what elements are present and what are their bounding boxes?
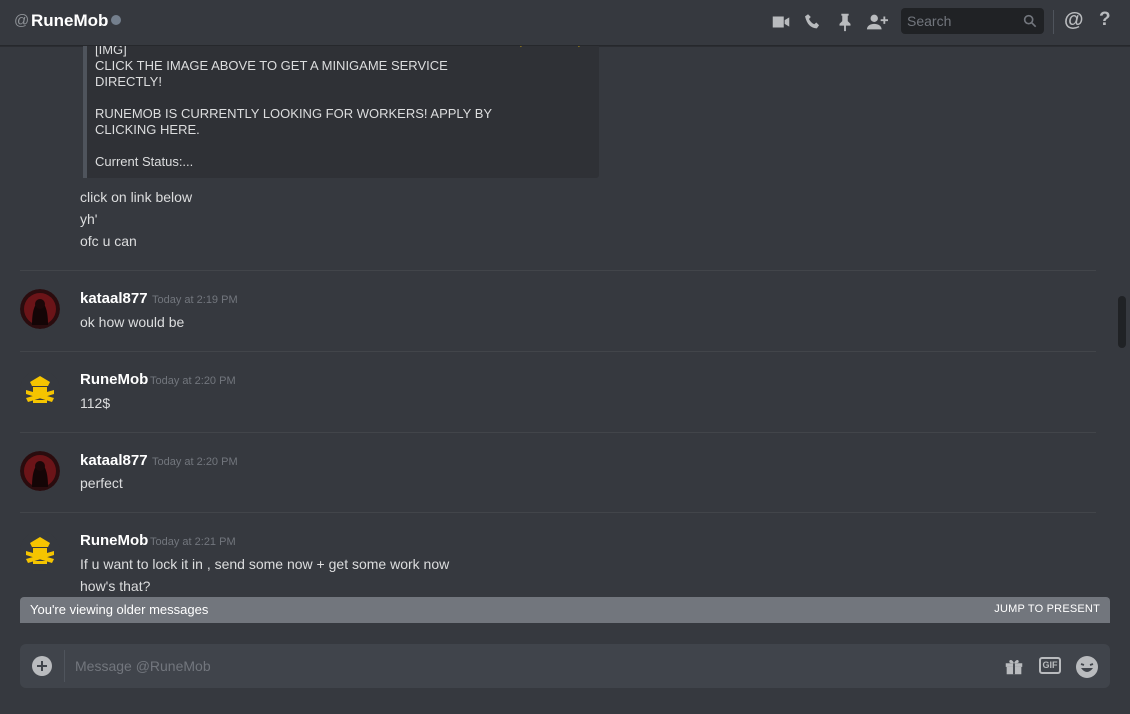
message-input[interactable]: [75, 644, 975, 688]
avatar[interactable]: [20, 531, 60, 571]
message-author[interactable]: RuneMob: [80, 532, 148, 549]
add-member-icon[interactable]: [866, 11, 888, 33]
older-messages-text: You're viewing older messages: [30, 602, 209, 617]
message-timestamp: Today at 2:21 PM: [150, 536, 236, 548]
message-text: how's that?: [80, 578, 151, 594]
gold-logo-fragment: ▼: [573, 46, 585, 50]
link-embed: ▼ ▼ [IMG] CLICK THE IMAGE ABOVE TO GET A…: [83, 46, 599, 178]
message-divider: [20, 351, 1096, 352]
search-box[interactable]: [901, 8, 1044, 34]
upload-plus-icon[interactable]: [32, 656, 52, 676]
channel-header: @ RuneMob @ ?: [0, 0, 1130, 46]
avatar[interactable]: [20, 289, 60, 329]
message-text: ofc u can: [80, 233, 137, 249]
phone-icon[interactable]: [802, 11, 824, 33]
pin-icon[interactable]: [834, 11, 856, 33]
embed-line: DIRECTLY!: [95, 74, 162, 89]
message-text: ok how would be: [80, 314, 185, 330]
message-divider: [20, 512, 1096, 513]
scrollbar-thumb[interactable]: [1118, 296, 1126, 348]
scrollbar-track[interactable]: [1118, 50, 1126, 590]
message-text: click on link below: [80, 189, 193, 205]
search-icon: [1023, 14, 1037, 28]
gold-logo-fragment: ▼: [515, 46, 527, 50]
embed-line[interactable]: CLICK THE IMAGE ABOVE TO GET A MINIGAME …: [95, 58, 495, 74]
gift-icon[interactable]: [1003, 655, 1025, 682]
embed-line[interactable]: CLICKING HERE.: [95, 122, 495, 138]
message-text: 112$: [80, 395, 111, 411]
status-indicator: [111, 15, 121, 25]
video-icon[interactable]: [770, 11, 792, 33]
message-author[interactable]: RuneMob: [80, 371, 148, 388]
message-text: yh': [80, 211, 98, 227]
mention-icon[interactable]: @: [1064, 9, 1086, 31]
composer-divider: [64, 650, 65, 682]
message-text: perfect: [80, 475, 123, 491]
embed-line: RUNEMOB IS CURRENTLY LOOKING FOR WORKERS…: [95, 106, 493, 121]
message-list: ▼ ▼ [IMG] CLICK THE IMAGE ABOVE TO GET A…: [0, 46, 1130, 597]
emoji-icon[interactable]: [1075, 655, 1099, 684]
header-divider: [1053, 10, 1054, 34]
channel-title: RuneMob: [31, 11, 109, 30]
message-timestamp: Today at 2:20 PM: [150, 375, 236, 387]
help-icon[interactable]: ?: [1099, 9, 1121, 31]
message-text: If u want to lock it in , send some now …: [80, 556, 450, 572]
jump-to-present-button[interactable]: JUMP TO PRESENT: [994, 603, 1100, 615]
avatar[interactable]: [20, 370, 60, 410]
search-input[interactable]: [901, 8, 1016, 34]
message-timestamp: Today at 2:20 PM: [152, 456, 238, 468]
message-divider: [20, 270, 1096, 271]
embed-line: Current Status:...: [95, 154, 194, 169]
message-timestamp: Today at 2:19 PM: [152, 294, 238, 306]
embed-line: [IMG]: [95, 46, 127, 57]
message-divider: [20, 432, 1096, 433]
message-author[interactable]: kataal877: [80, 290, 148, 307]
gif-button[interactable]: GIF: [1039, 657, 1061, 674]
message-composer: GIF: [20, 644, 1110, 688]
message-author[interactable]: kataal877: [80, 452, 148, 469]
older-messages-bar: You're viewing older messages JUMP TO PR…: [20, 597, 1110, 623]
dm-at-symbol: @: [14, 12, 30, 29]
avatar[interactable]: [20, 451, 60, 491]
